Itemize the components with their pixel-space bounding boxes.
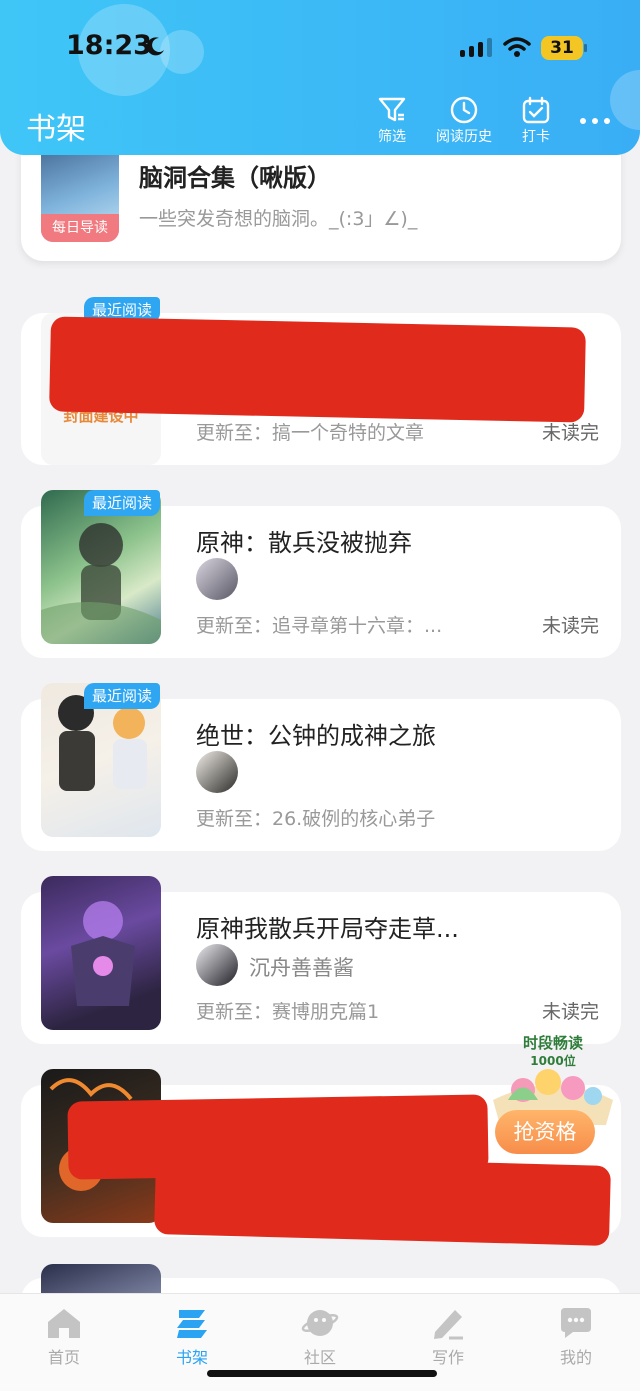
book-status: 未读完 [541,615,599,637]
grab-qualification-button[interactable]: 抢资格 [495,1110,595,1154]
moon-icon [146,37,164,56]
app-header: 18:23 31 书架 筛选 阅读历史 打卡 [0,0,640,155]
promo-line1: 时段畅读 [522,1034,583,1052]
calendar-check-icon [522,96,550,124]
book-card[interactable]: 最近阅读 原神：散兵没被抛弃 更新至：追寻章第十六章：... 未读完 [21,490,621,658]
tab-profile[interactable]: 我的 [512,1306,640,1368]
tab-profile-label: 我的 [559,1348,592,1367]
planet-icon [301,1310,339,1336]
tab-home-label: 首页 [47,1348,80,1367]
avatar[interactable] [196,751,238,793]
filter-icon [378,97,406,122]
daily-guide-badge: 每日导读 [41,214,119,242]
tab-community-label: 社区 [303,1348,336,1367]
filter-button[interactable]: 筛选 [357,96,427,146]
tab-bookshelf[interactable]: 书架 [128,1306,256,1368]
book-cover [41,876,161,1030]
avatar[interactable] [196,944,238,986]
pen-icon [434,1310,463,1340]
tab-home[interactable]: 首页 [0,1306,128,1368]
avatar[interactable] [196,558,238,600]
decor-bubble [610,70,640,130]
book-update: 更新至：赛博朋克篇1 [196,1001,380,1023]
battery-icon: 31 [541,36,587,60]
tab-write-label: 写作 [431,1348,464,1367]
battery-level: 31 [550,38,574,58]
reading-history-label: 阅读历史 [436,129,492,145]
book-title: 原神：散兵没被抛弃 [196,529,412,557]
history-clock-icon [450,96,478,124]
featured-title: 脑洞合集（啾版） [139,164,331,192]
book-update: 更新至：追寻章第十六章：... [196,615,443,637]
promo-line2: 1000位 [530,1054,576,1068]
cover-art [71,901,135,1006]
check-in-label: 打卡 [522,129,550,145]
redaction-mark [154,1154,611,1246]
featured-desc: 一些突发奇想的脑洞。_(:3」∠)_ [139,208,418,230]
book-card[interactable]: 最近阅读 绝世：公钟的成神之旅 更新至：26.破例的核心弟子 [21,683,621,851]
decor-bubble [160,30,204,74]
redaction-mark [49,316,586,423]
home-indicator[interactable] [207,1370,437,1377]
tab-bookshelf-label: 书架 [175,1348,208,1367]
book-status: 未读完 [541,1001,599,1023]
book-card[interactable]: 原神我散兵开局夺走草... 沉舟善善酱 更新至：赛博朋克篇1 未读完 [21,876,621,1044]
home-icon [48,1309,80,1338]
page-title: 书架 [26,112,86,147]
chat-bubble-icon [561,1308,591,1338]
tab-community[interactable]: 社区 [256,1306,384,1368]
recent-read-badge: 最近阅读 [84,490,161,516]
book-title: 绝世：公钟的成神之旅 [196,722,436,750]
check-in-button[interactable]: 打卡 [501,96,571,146]
recent-read-badge: 最近阅读 [84,683,161,709]
filter-label: 筛选 [378,129,406,145]
signal-icon [460,38,492,57]
author-name[interactable]: 沉舟善善酱 [249,952,354,982]
wifi-icon [503,37,531,57]
book-update: 更新至：搞一个奇特的文章 [196,422,425,444]
bookshelf-icon [177,1310,207,1338]
book-title: 原神我散兵开局夺走草... [196,915,459,943]
reading-history-button[interactable]: 阅读历史 [429,96,499,146]
tab-write[interactable]: 写作 [384,1306,512,1368]
book-update: 更新至：26.破例的核心弟子 [196,808,436,830]
status-time: 18:23 [66,30,152,61]
more-dots-icon[interactable] [580,118,610,124]
